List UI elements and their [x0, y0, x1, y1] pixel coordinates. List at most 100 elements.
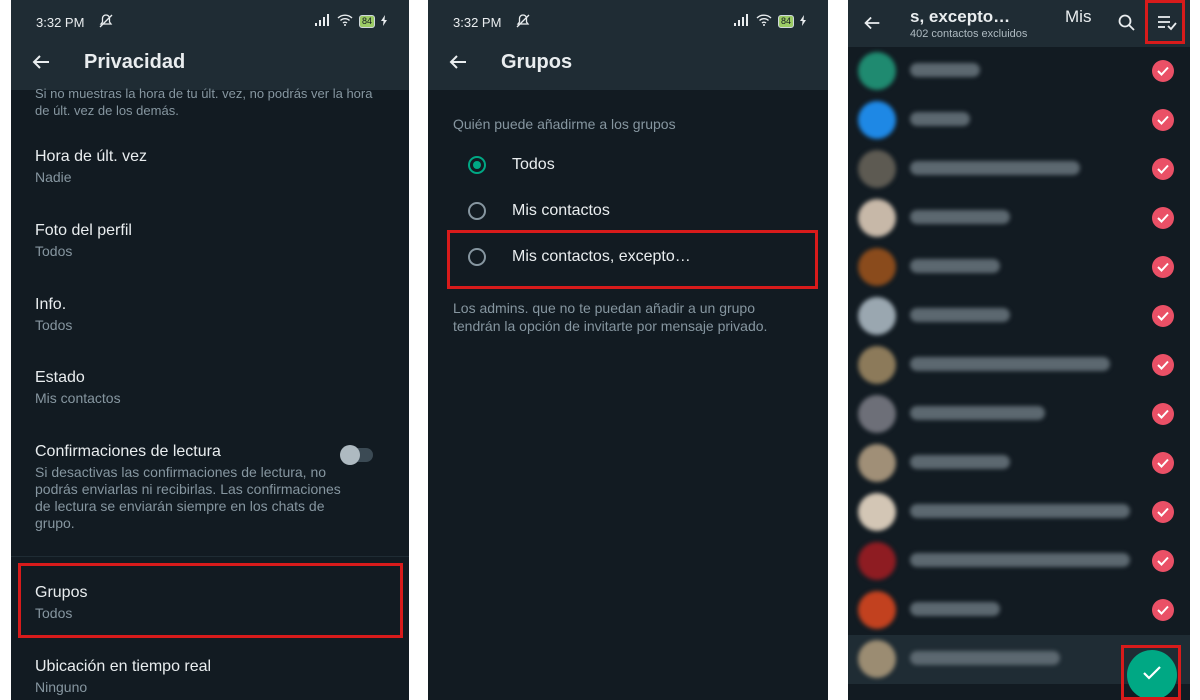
contact-name-blurred	[910, 602, 1000, 616]
charging-icon	[381, 14, 387, 29]
highlight-box	[447, 230, 818, 289]
setting-title: Confirmaciones de lectura	[35, 443, 221, 460]
excluded-check-icon[interactable]	[1152, 599, 1174, 621]
contact-row[interactable]	[848, 537, 1190, 586]
app-bar: 3:32 PM 84 Privacidad	[11, 0, 409, 90]
back-button[interactable]	[446, 50, 470, 74]
page-subtitle: 402 contactos excluidos	[910, 28, 1028, 40]
wifi-icon	[337, 14, 353, 29]
avatar	[858, 395, 896, 433]
contact-list	[848, 47, 1190, 700]
app-bar: s, excepto… Mis 402 contactos excluidos	[848, 0, 1190, 47]
excluded-check-icon[interactable]	[1152, 158, 1174, 180]
charging-icon	[800, 14, 806, 29]
excluded-check-icon[interactable]	[1152, 354, 1174, 376]
contact-row[interactable]	[848, 586, 1190, 635]
read-receipts-toggle[interactable]	[340, 445, 373, 465]
radio-unselected-icon	[468, 202, 486, 220]
contact-row[interactable]	[848, 439, 1190, 488]
setting-title: Estado	[35, 369, 85, 386]
contact-name-blurred	[910, 357, 1110, 371]
contact-name-blurred	[910, 504, 1130, 518]
battery-indicator: 84	[358, 15, 375, 28]
mute-icon	[98, 13, 114, 32]
contact-row[interactable]	[848, 96, 1190, 145]
page-title: Grupos	[501, 51, 573, 73]
contact-name-blurred	[910, 455, 1010, 469]
avatar	[858, 591, 896, 629]
setting-status[interactable]: Estado Mis contactos	[35, 369, 385, 406]
setting-last-seen[interactable]: Hora de últ. vez Nadie	[35, 148, 385, 185]
excluded-check-icon[interactable]	[1152, 60, 1174, 82]
setting-live-location[interactable]: Ubicación en tiempo real Ninguno	[35, 658, 385, 695]
search-button[interactable]	[1117, 13, 1137, 38]
excluded-check-icon[interactable]	[1152, 305, 1174, 327]
privacy-screen: 3:32 PM 84 Privacidad Si no muestras la …	[11, 0, 409, 700]
setting-value: Todos	[35, 243, 73, 259]
app-bar: 3:32 PM 84 Grupos	[428, 0, 828, 90]
wifi-icon	[756, 14, 772, 29]
status-bar: 3:32 PM 84	[36, 12, 387, 32]
contact-row[interactable]	[848, 47, 1190, 96]
signal-icon	[733, 14, 750, 29]
excluded-check-icon[interactable]	[1152, 501, 1174, 523]
contact-name-blurred	[910, 161, 1080, 175]
back-button[interactable]	[861, 12, 883, 39]
contact-name-blurred	[910, 259, 1000, 273]
setting-title: Info.	[35, 296, 67, 313]
setting-profile-photo[interactable]: Foto del perfil Todos	[35, 222, 385, 259]
status-bar: 3:32 PM 84	[453, 12, 806, 32]
divider	[11, 556, 409, 557]
contact-name-blurred	[910, 406, 1045, 420]
section-label: Quién puede añadirme a los grupos	[453, 116, 676, 132]
excluded-check-icon[interactable]	[1152, 452, 1174, 474]
highlight-box	[1121, 645, 1181, 700]
radio-label: Mis contactos	[512, 202, 610, 219]
excluded-check-icon[interactable]	[1152, 109, 1174, 131]
back-button[interactable]	[29, 50, 53, 74]
contact-row[interactable]	[848, 488, 1190, 537]
search-icon	[1117, 14, 1137, 37]
contact-name-blurred	[910, 112, 970, 126]
excluded-check-icon[interactable]	[1152, 256, 1174, 278]
excluded-check-icon[interactable]	[1152, 550, 1174, 572]
excluded-check-icon[interactable]	[1152, 403, 1174, 425]
radio-option-everyone[interactable]: Todos	[468, 150, 808, 180]
groups-footer-note: Los admins. que no te puedan añadir a un…	[453, 300, 768, 334]
status-time: 3:32 PM	[453, 15, 502, 30]
avatar	[858, 52, 896, 90]
setting-title: Foto del perfil	[35, 222, 132, 239]
setting-title: Hora de últ. vez	[35, 148, 148, 165]
page-title: s, excepto…	[910, 7, 1011, 26]
avatar	[858, 640, 896, 678]
setting-value: Ninguno	[35, 679, 88, 695]
contact-name-blurred	[910, 63, 980, 77]
setting-read-receipts[interactable]: Confirmaciones de lectura Si desactivas …	[35, 443, 341, 532]
setting-value: Todos	[35, 317, 73, 333]
contact-row[interactable]	[848, 194, 1190, 243]
arrow-left-icon	[29, 55, 53, 78]
setting-value: Mis contactos	[35, 390, 121, 406]
setting-info[interactable]: Info. Todos	[35, 296, 385, 333]
contact-name-blurred	[910, 308, 1010, 322]
groups-screen: 3:32 PM 84 Grupos Quién puede añadirme a…	[428, 0, 828, 700]
excluded-check-icon[interactable]	[1152, 207, 1174, 229]
contact-row[interactable]	[848, 390, 1190, 439]
signal-icon	[314, 14, 331, 29]
contacts-except-screen: s, excepto… Mis 402 contactos excluidos	[848, 0, 1190, 700]
contact-row[interactable]	[848, 292, 1190, 341]
avatar	[858, 248, 896, 286]
avatar	[858, 444, 896, 482]
radio-option-my-contacts[interactable]: Mis contactos	[468, 196, 808, 226]
highlight-box	[18, 563, 403, 638]
contact-row[interactable]	[848, 341, 1190, 390]
contact-row[interactable]	[848, 243, 1190, 292]
page-title-fragment: Mis	[1065, 7, 1092, 26]
contact-name-blurred	[910, 553, 1130, 567]
avatar	[858, 150, 896, 188]
highlight-box	[1145, 0, 1185, 44]
toggle-knob	[340, 445, 360, 465]
arrow-left-icon	[446, 55, 470, 78]
setting-description: Si desactivas las confirmaciones de lect…	[35, 464, 341, 531]
contact-row[interactable]	[848, 145, 1190, 194]
